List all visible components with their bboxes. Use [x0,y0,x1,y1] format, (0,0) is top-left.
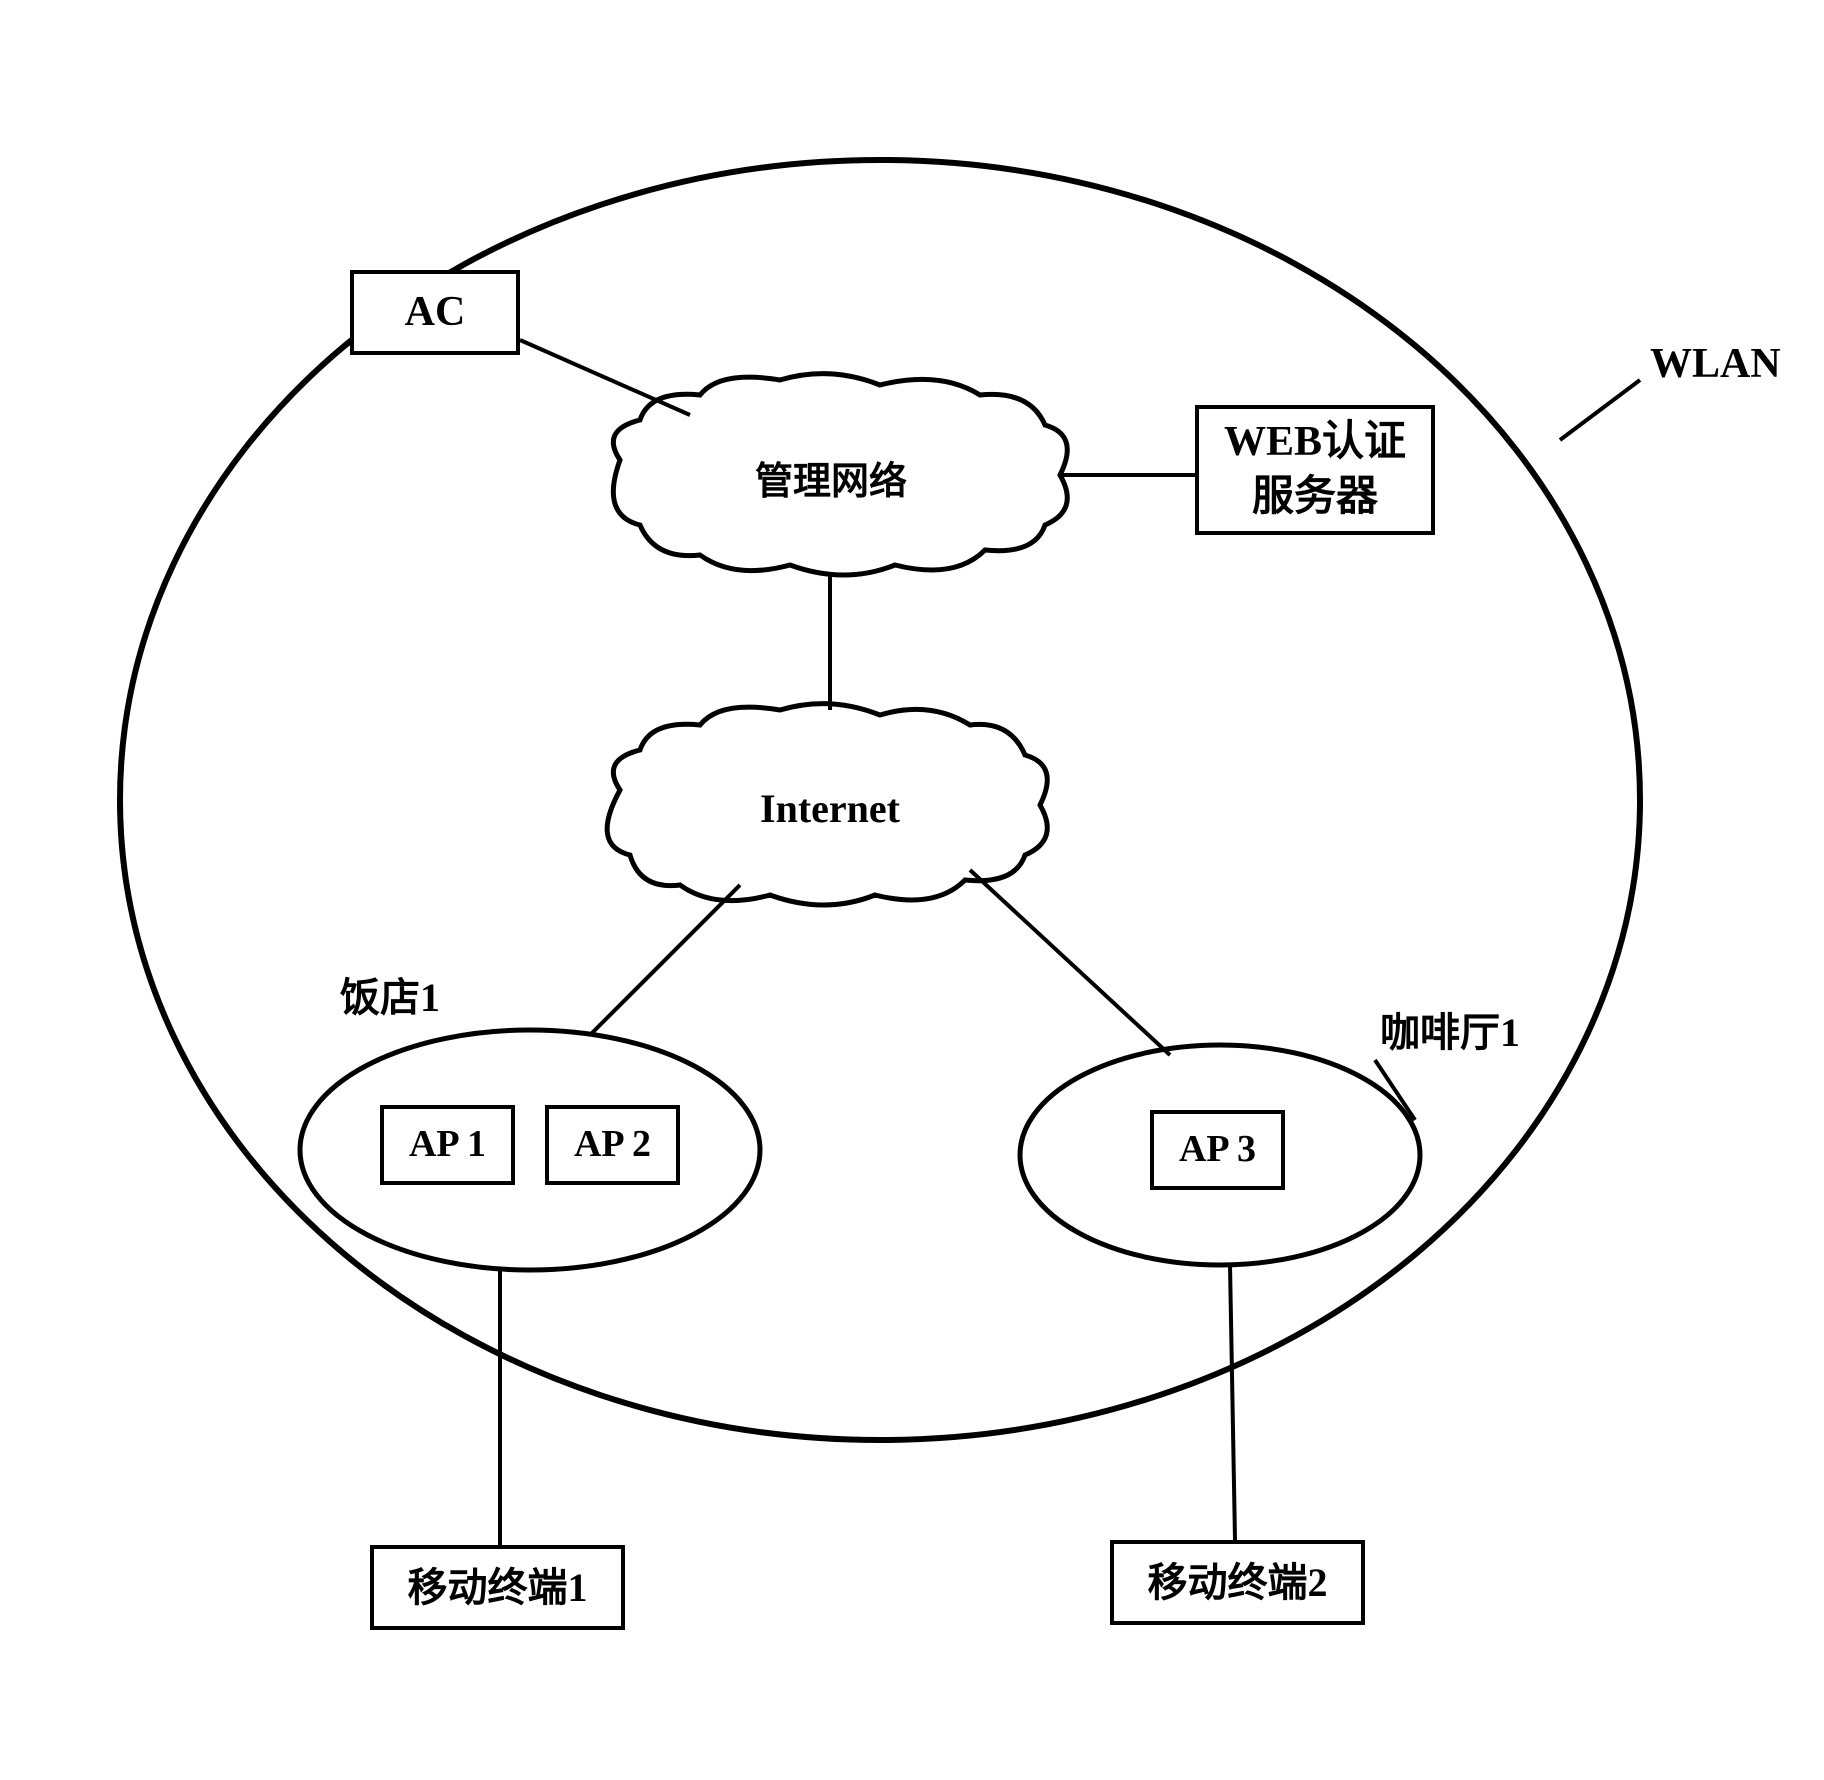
internet-label: Internet [760,785,900,832]
mobile-terminal-2-label: 移动终端2 [1148,1557,1328,1609]
diagram-svg [0,0,1824,1780]
ap3-box: AP 3 [1150,1110,1285,1190]
cafe-label: 咖啡厅1 [1380,1000,1520,1058]
wlan-label: WLAN [1650,340,1781,388]
hotel-label: 饭店1 [340,965,440,1023]
ap2-label: AP 2 [574,1120,651,1169]
ac-box: AC [350,270,520,355]
management-network-label: 管理网络 [755,450,907,505]
web-auth-server-box: WEB认证 服务器 [1195,405,1435,535]
mobile-terminal-1-box: 移动终端1 [370,1545,625,1630]
ap1-label: AP 1 [409,1120,486,1169]
hotel-boundary [300,1030,760,1270]
web-auth-server-label: WEB认证 服务器 [1224,415,1406,524]
network-diagram: WLAN AC 管理网络 WEB认证 服务器 Internet 饭店1 咖啡厅1… [0,0,1824,1780]
mobile-terminal-2-box: 移动终端2 [1110,1540,1365,1625]
mobile-terminal-1-label: 移动终端1 [408,1562,588,1614]
ac-label: AC [405,285,466,340]
ap1-box: AP 1 [380,1105,515,1185]
ap2-box: AP 2 [545,1105,680,1185]
ap3-label: AP 3 [1179,1125,1256,1174]
